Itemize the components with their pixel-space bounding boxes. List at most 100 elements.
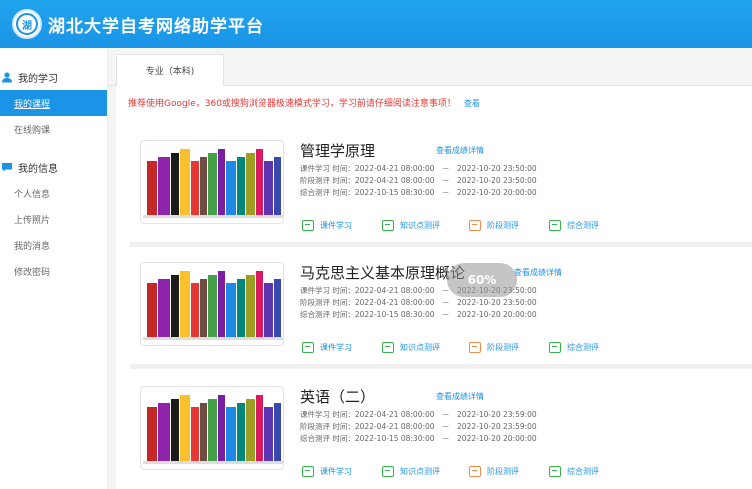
book-spine [180, 149, 190, 215]
stage-test-button[interactable]: 阶段测评 [469, 220, 519, 231]
schedule-line: 阶段测评 时间：2022-04-21 08:00:00 － 2022-10-20… [300, 298, 537, 307]
action-label: 课件学习 [320, 221, 352, 230]
sidebar-item-messages[interactable]: 我的消息 [0, 232, 107, 258]
card-divider [130, 364, 752, 369]
courseware-study-button[interactable]: 课件学习 [302, 466, 352, 477]
notice-view-link[interactable]: 查看 [464, 99, 480, 108]
course-title[interactable]: 英语（二） [300, 386, 375, 407]
schedule-line: 综合测评 时间：2022-10-15 08:30:00 － 2022-10-20… [300, 310, 537, 319]
book-spine [274, 157, 281, 215]
notice-text: 推荐使用Google，360或搜狗浏览器极速模式学习，学习前请仔细阅读注意事项！ [128, 99, 456, 109]
courseware-icon [302, 466, 314, 477]
courseware-icon [302, 342, 314, 353]
course-title[interactable]: 管理学原理 [300, 140, 375, 161]
user-icon [0, 70, 14, 84]
stage-test-button[interactable]: 阶段测评 [469, 466, 519, 477]
course-thumbnail[interactable] [140, 262, 284, 346]
course-thumbnail[interactable] [140, 386, 284, 470]
sidebar-group-label: 我的信息 [18, 163, 58, 175]
book-spine [147, 407, 157, 461]
schedule-line: 综合测评 时间：2022-10-15 08:30:00 － 2022-10-20… [300, 434, 537, 443]
book-spine [147, 161, 157, 215]
book-spine [191, 407, 199, 461]
book-spine [191, 283, 199, 337]
book-spine [274, 403, 281, 461]
schedule-line: 课件学习 时间：2022-04-21 08:00:00 － 2022-10-20… [300, 164, 537, 173]
final-test-button[interactable]: 综合测评 [549, 220, 599, 231]
book-spine [246, 399, 255, 461]
book-spine [218, 395, 225, 461]
final-test-icon [549, 220, 561, 231]
book-spine [200, 157, 207, 215]
courseware-study-button[interactable]: 课件学习 [302, 220, 352, 231]
knowledge-test-icon [382, 220, 394, 231]
shelf [143, 461, 283, 464]
action-label: 课件学习 [320, 467, 352, 476]
book-spine [264, 161, 273, 215]
university-seal-icon[interactable]: 湖 [12, 9, 42, 39]
book-spine [158, 279, 170, 337]
top-header: 湖 湖北大学自考网络助学平台 [0, 0, 752, 48]
book-spine [264, 407, 273, 461]
action-label: 综合测评 [567, 467, 599, 476]
course-actions: 课件学习 知识点测评 阶段测评 综合测评 [302, 466, 742, 480]
book-spine [218, 271, 225, 337]
book-spine [180, 271, 190, 337]
site-title[interactable]: 湖北大学自考网络助学平台 [48, 12, 264, 37]
book-spine [256, 395, 263, 461]
course-actions: 课件学习 知识点测评 阶段测评 综合测评 [302, 220, 742, 234]
score-details-link[interactable]: 查看成绩详情 [436, 145, 484, 156]
sidebar-item-change-password[interactable]: 修改密码 [0, 258, 107, 284]
knowledge-test-button[interactable]: 知识点测评 [382, 220, 440, 231]
course-card: 马克思主义基本原理概论 查看成绩详情 课件学习 时间：2022-04-21 08… [130, 252, 752, 364]
schedule-line: 阶段测评 时间：2022-04-21 08:00:00 － 2022-10-20… [300, 422, 537, 431]
course-actions: 课件学习 知识点测评 阶段测评 综合测评 [302, 342, 742, 356]
book-spine [191, 161, 199, 215]
course-list: 推荐使用Google，360或搜狗浏览器极速模式学习，学习前请仔细阅读注意事项！… [116, 86, 752, 489]
loading-progress-overlay: 60% [447, 263, 517, 297]
course-title[interactable]: 马克思主义基本原理概论 [300, 262, 465, 283]
schedule-line: 课件学习 时间：2022-04-21 08:00:00 － 2022-10-20… [300, 410, 537, 419]
final-test-button[interactable]: 综合测评 [549, 342, 599, 353]
schedule-line: 阶段测评 时间：2022-04-21 08:00:00 － 2022-10-20… [300, 176, 537, 185]
tab-major-undergraduate[interactable]: 专业（本科) [116, 54, 224, 86]
final-test-button[interactable]: 综合测评 [549, 466, 599, 477]
sidebar-item-upload-photo[interactable]: 上传照片 [0, 206, 107, 232]
courseware-study-button[interactable]: 课件学习 [302, 342, 352, 353]
stage-test-icon [469, 342, 481, 353]
knowledge-test-icon [382, 466, 394, 477]
book-spine [200, 279, 207, 337]
score-details-link[interactable]: 查看成绩详情 [514, 267, 562, 278]
sidebar-item-personal-info[interactable]: 个人信息 [0, 180, 107, 206]
sidebar-item-my-courses[interactable]: 我的课程 [0, 90, 107, 116]
main-area: 专业（本科) 推荐使用Google，360或搜狗浏览器极速模式学习，学习前请仔细… [108, 48, 752, 489]
knowledge-test-button[interactable]: 知识点测评 [382, 466, 440, 477]
book-spine [274, 279, 281, 337]
book-spine [256, 271, 263, 337]
stage-test-icon [469, 220, 481, 231]
book-spine [256, 149, 263, 215]
book-spine [246, 153, 255, 215]
courseware-icon [302, 220, 314, 231]
action-label: 课件学习 [320, 343, 352, 352]
stage-test-button[interactable]: 阶段测评 [469, 342, 519, 353]
book-spine [158, 157, 170, 215]
course-thumbnail[interactable] [140, 140, 284, 224]
chat-icon [0, 160, 14, 174]
action-label: 综合测评 [567, 343, 599, 352]
action-label: 知识点测评 [400, 343, 440, 352]
knowledge-test-button[interactable]: 知识点测评 [382, 342, 440, 353]
browser-notice: 推荐使用Google，360或搜狗浏览器极速模式学习，学习前请仔细阅读注意事项！… [128, 96, 480, 109]
book-spine [208, 275, 217, 337]
shelf [143, 337, 283, 340]
book-spine [171, 275, 179, 337]
sidebar-item-buy-courses[interactable]: 在线购课 [0, 116, 107, 142]
score-details-link[interactable]: 查看成绩详情 [436, 391, 484, 402]
shelf [143, 215, 283, 218]
course-card: 英语（二） 查看成绩详情 课件学习 时间：2022-04-21 08:00:00… [130, 376, 752, 488]
sidebar-group-info: 我的信息 [0, 154, 107, 180]
card-divider [130, 242, 752, 247]
book-spine [208, 153, 217, 215]
book-spine [200, 403, 207, 461]
action-label: 知识点测评 [400, 221, 440, 230]
